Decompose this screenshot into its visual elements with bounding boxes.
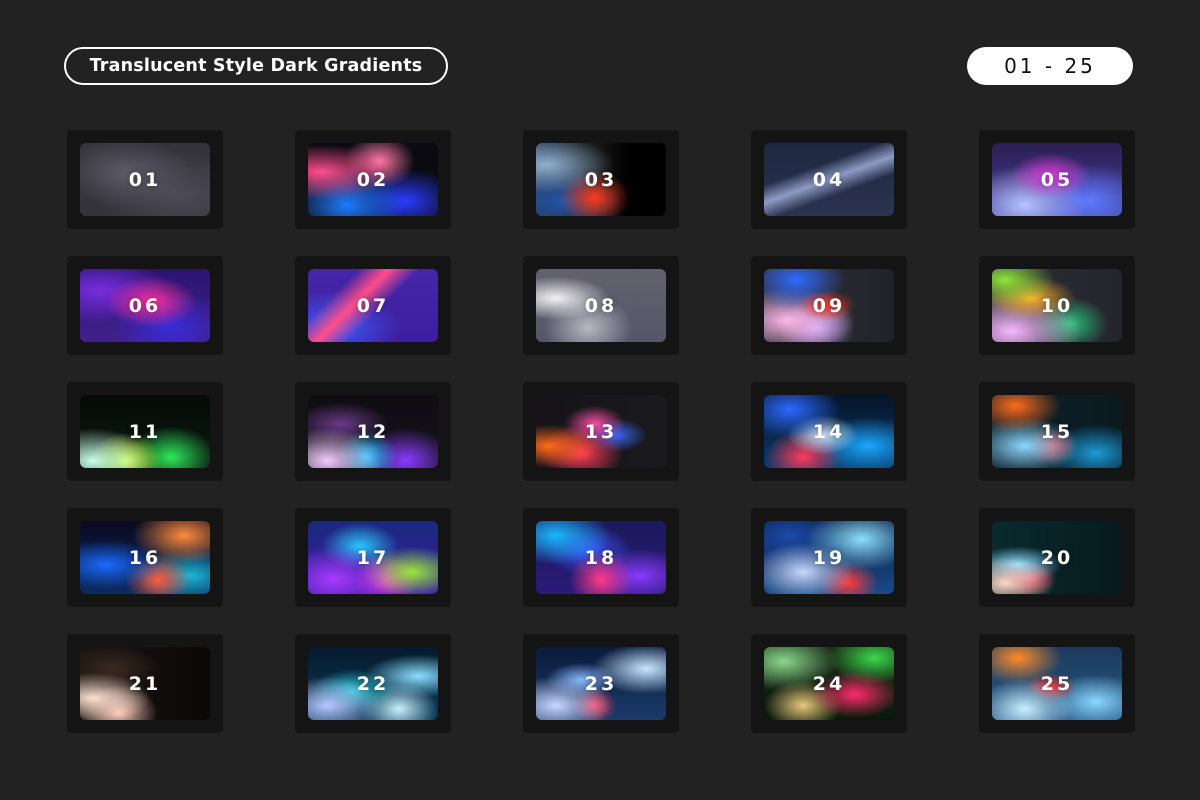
gradient-card[interactable]: 01 <box>67 130 223 229</box>
gradient-card[interactable]: 15 <box>979 382 1135 481</box>
gradient-swatch: 12 <box>308 395 438 468</box>
gradient-card[interactable]: 20 <box>979 508 1135 607</box>
gradient-card[interactable]: 14 <box>751 382 907 481</box>
gradient-card[interactable]: 24 <box>751 634 907 733</box>
swatch-number: 14 <box>812 420 846 443</box>
gradient-card[interactable]: 22 <box>295 634 451 733</box>
gradient-swatch: 24 <box>764 647 894 720</box>
swatch-number: 12 <box>356 420 390 443</box>
gradient-card[interactable]: 03 <box>523 130 679 229</box>
swatch-number: 24 <box>812 672 846 695</box>
swatch-number: 07 <box>356 294 390 317</box>
swatch-number: 04 <box>812 168 846 191</box>
gradient-swatch: 14 <box>764 395 894 468</box>
swatch-number: 02 <box>356 168 390 191</box>
gradient-card[interactable]: 17 <box>295 508 451 607</box>
gradient-swatch: 07 <box>308 269 438 342</box>
gradient-swatch: 18 <box>536 521 666 594</box>
swatch-number: 25 <box>1040 672 1074 695</box>
swatch-number: 19 <box>812 546 846 569</box>
gradient-swatch: 16 <box>80 521 210 594</box>
swatch-number: 16 <box>128 546 162 569</box>
gradient-swatch: 08 <box>536 269 666 342</box>
gradient-swatch: 15 <box>992 395 1122 468</box>
swatch-number: 05 <box>1040 168 1074 191</box>
swatch-number: 08 <box>584 294 618 317</box>
swatch-number: 18 <box>584 546 618 569</box>
swatch-number: 20 <box>1040 546 1074 569</box>
swatch-number: 15 <box>1040 420 1074 443</box>
gradient-card[interactable]: 11 <box>67 382 223 481</box>
gradient-card[interactable]: 06 <box>67 256 223 355</box>
gradient-swatch: 11 <box>80 395 210 468</box>
gradient-swatch: 20 <box>992 521 1122 594</box>
swatch-number: 11 <box>128 420 162 443</box>
swatch-number: 01 <box>128 168 162 191</box>
swatch-number: 06 <box>128 294 162 317</box>
gradient-card[interactable]: 13 <box>523 382 679 481</box>
gradient-card[interactable]: 05 <box>979 130 1135 229</box>
gradient-card[interactable]: 21 <box>67 634 223 733</box>
gradient-swatch: 25 <box>992 647 1122 720</box>
gradient-card[interactable]: 08 <box>523 256 679 355</box>
swatch-number: 21 <box>128 672 162 695</box>
gradient-swatch: 01 <box>80 143 210 216</box>
gradient-swatch: 10 <box>992 269 1122 342</box>
gradient-swatch: 05 <box>992 143 1122 216</box>
swatch-number: 22 <box>356 672 390 695</box>
gradient-card[interactable]: 02 <box>295 130 451 229</box>
gradient-swatch: 17 <box>308 521 438 594</box>
gradient-card[interactable]: 19 <box>751 508 907 607</box>
swatch-number: 13 <box>584 420 618 443</box>
swatch-number: 09 <box>812 294 846 317</box>
gradient-swatch: 19 <box>764 521 894 594</box>
range-badge: 01 - 25 <box>967 47 1133 85</box>
gradient-card[interactable]: 25 <box>979 634 1135 733</box>
swatch-number: 03 <box>584 168 618 191</box>
gradient-swatch: 23 <box>536 647 666 720</box>
gradient-swatch: 06 <box>80 269 210 342</box>
gradient-grid: 01 02 03 04 05 06 07 08 09 10 11 12 13 1… <box>67 130 1135 733</box>
gradient-swatch: 02 <box>308 143 438 216</box>
swatch-number: 10 <box>1040 294 1074 317</box>
gradient-card[interactable]: 18 <box>523 508 679 607</box>
gradient-swatch: 03 <box>536 143 666 216</box>
gradient-card[interactable]: 04 <box>751 130 907 229</box>
gradient-swatch: 09 <box>764 269 894 342</box>
swatch-number: 17 <box>356 546 390 569</box>
gradient-swatch: 13 <box>536 395 666 468</box>
gradient-card[interactable]: 16 <box>67 508 223 607</box>
gradient-swatch: 22 <box>308 647 438 720</box>
swatch-number: 23 <box>584 672 618 695</box>
gradient-card[interactable]: 10 <box>979 256 1135 355</box>
gradient-swatch: 21 <box>80 647 210 720</box>
gradient-swatch: 04 <box>764 143 894 216</box>
gradient-card[interactable]: 07 <box>295 256 451 355</box>
gradient-card[interactable]: 09 <box>751 256 907 355</box>
gradient-card[interactable]: 23 <box>523 634 679 733</box>
collection-title: Translucent Style Dark Gradients <box>64 47 448 85</box>
gradient-card[interactable]: 12 <box>295 382 451 481</box>
